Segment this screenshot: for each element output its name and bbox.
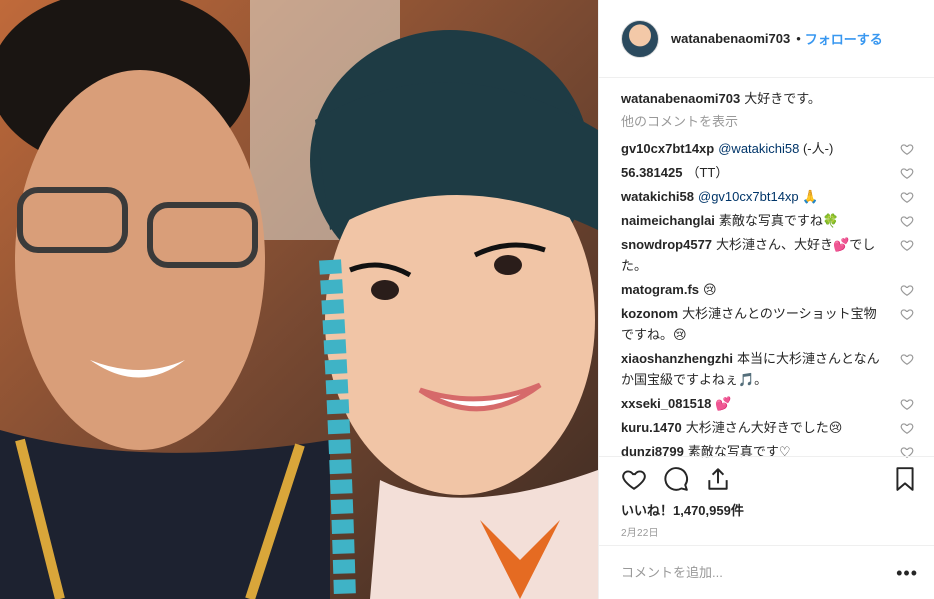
post-header: watanabenaomi703 • フォローする [599,0,934,78]
load-more-comments-link[interactable]: 他のコメントを表示 [621,111,914,132]
comment-like-icon[interactable] [900,352,914,366]
caption-username[interactable]: watanabenaomi703 [621,91,740,106]
comment-username[interactable]: watakichi58 [621,189,694,204]
share-icon[interactable] [705,466,731,492]
comment-like-icon[interactable] [900,166,914,180]
avatar[interactable] [621,19,659,58]
comment-row: gv10cx7bt14xp @watakichi58 (-人-) [621,138,914,159]
post-sidebar: watanabenaomi703 • フォローする watanabenaomi7… [598,0,934,599]
comment-row: snowdrop4577 大杉漣さん、大好き💕でした。 [621,234,914,276]
comment-mention[interactable]: @gv10cx7bt14xp [698,189,799,204]
separator-dot: • [796,31,801,46]
comment-text: (-人-) [799,141,834,156]
post-photo[interactable] [0,0,598,599]
header-username[interactable]: watanabenaomi703 [671,31,790,46]
comment-list: gv10cx7bt14xp @watakichi58 (-人-) 56.381425… [621,138,914,462]
comment-like-icon[interactable] [900,421,914,435]
more-options-button[interactable]: ••• [896,564,918,582]
comment-text: （TT） [686,165,729,180]
comment-username[interactable]: 56.381425 [621,165,682,180]
comment-row: xxseki_081518 💕 [621,393,914,414]
comment-like-icon[interactable] [900,307,914,321]
comment-like-icon[interactable] [900,142,914,156]
add-comment-bar: ••• [599,545,934,599]
caption: watanabenaomi703 大好きです。 [621,88,914,107]
comment-username[interactable]: naimeichanglai [621,213,715,228]
comment-body: kuru.1470 大杉漣さん大好きでした😢 [621,417,889,438]
heart-icon[interactable] [621,466,647,492]
comment-username[interactable]: xxseki_081518 [621,396,711,411]
comment-body: xxseki_081518 💕 [621,393,889,414]
comment-icon[interactable] [663,466,689,492]
comment-body: gv10cx7bt14xp @watakichi58 (-人-) [621,138,889,159]
comments-section: watanabenaomi703 大好きです。 他のコメントを表示 gv10cx7… [621,88,914,465]
comment-like-icon[interactable] [900,283,914,297]
comment-body: 56.381425 （TT） [621,162,889,183]
follow-button[interactable]: フォローする [805,29,883,48]
comment-username[interactable]: xiaoshanzhengzhi [621,351,733,366]
comment-username[interactable]: kuru.1470 [621,420,682,435]
comment-text: 😢 [703,282,717,297]
instagram-post: watanabenaomi703 • フォローする watanabenaomi7… [0,0,934,599]
comment-text: 素敵な写真ですね🍀 [718,213,840,228]
comment-body: watakichi58 @gv10cx7bt14xp 🙏 [621,186,889,207]
likes-count[interactable]: いいね！1,470,959件 [621,500,744,519]
comment-body: matogram.fs 😢 [621,279,889,300]
comment-username[interactable]: gv10cx7bt14xp [621,141,714,156]
comment-body: snowdrop4577 大杉漣さん、大好き💕でした。 [621,234,889,276]
comment-row: kozonom 大杉漣さんとのツーショット宝物ですね。😢 [621,303,914,345]
action-bar [599,456,934,500]
comment-row: watakichi58 @gv10cx7bt14xp 🙏 [621,186,914,207]
comment-like-icon[interactable] [900,397,914,411]
comment-row: 56.381425 （TT） [621,162,914,183]
comment-username[interactable]: kozonom [621,306,678,321]
comment-like-icon[interactable] [900,190,914,204]
comment-row: naimeichanglai 素敵な写真ですね🍀 [621,210,914,231]
selfie-image [0,0,598,599]
comment-like-icon[interactable] [900,214,914,228]
comment-row: kuru.1470 大杉漣さん大好きでした😢 [621,417,914,438]
comment-username[interactable]: matogram.fs [621,282,699,297]
comment-row: matogram.fs 😢 [621,279,914,300]
comment-mention[interactable]: @watakichi58 [718,141,799,156]
comment-body: naimeichanglai 素敵な写真ですね🍀 [621,210,889,231]
post-date[interactable]: 2月22日 [621,524,659,539]
comment-text: 💕 [715,396,732,411]
comment-input[interactable] [621,565,897,580]
comment-body: xiaoshanzhengzhi 本当に大杉漣さんとなんか国宝級ですよねぇ🎵。 [621,348,889,390]
comment-username[interactable]: snowdrop4577 [621,237,712,252]
bookmark-icon[interactable] [892,466,918,492]
comment-like-icon[interactable] [900,238,914,252]
comment-row: xiaoshanzhengzhi 本当に大杉漣さんとなんか国宝級ですよねぇ🎵。 [621,348,914,390]
caption-text: 大好きです。 [744,91,821,106]
comment-text: 大杉漣さん大好きでした😢 [685,420,843,435]
comment-text: 🙏 [798,189,819,204]
comment-body: kozonom 大杉漣さんとのツーショット宝物ですね。😢 [621,303,889,345]
